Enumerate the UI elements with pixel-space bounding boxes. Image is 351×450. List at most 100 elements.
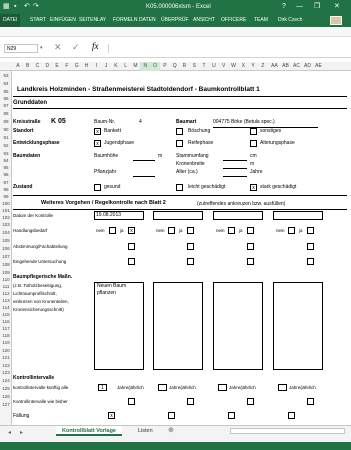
bankett-checkbox[interactable]: x: [94, 128, 101, 135]
row-header[interactable]: 116: [0, 318, 12, 325]
tab-formeln[interactable]: FORMELN: [113, 14, 137, 27]
row-header[interactable]: 117: [0, 325, 12, 332]
row-header[interactable]: 124: [0, 377, 12, 385]
column-header[interactable]: M: [131, 62, 141, 71]
add-sheet-icon[interactable]: ⊕: [168, 426, 174, 436]
tab-team[interactable]: TEAM: [254, 14, 268, 27]
column-header[interactable]: A: [13, 62, 23, 71]
row-header[interactable]: 106: [0, 245, 12, 253]
user-name[interactable]: Dirk Czech: [278, 14, 302, 27]
row-header[interactable]: 91: [0, 134, 12, 142]
abstimmung-checkbox-3[interactable]: [247, 243, 254, 250]
alter-input[interactable]: [223, 176, 247, 177]
row-header[interactable]: 127: [0, 401, 12, 409]
worksheet[interactable]: Landkreis Holzminden - Straßenmeisterei …: [13, 71, 351, 425]
nein-checkbox[interactable]: [168, 227, 175, 234]
ki-value-field[interactable]: 1: [98, 384, 107, 391]
cancel-icon[interactable]: ✕: [54, 42, 62, 53]
nein-checkbox[interactable]: [288, 227, 295, 234]
row-header[interactable]: 101: [0, 207, 12, 214]
function-icon[interactable]: fx: [92, 41, 99, 51]
help-icon[interactable]: ?: [282, 0, 286, 14]
column-header[interactable]: G: [72, 62, 82, 71]
row-header[interactable]: 112: [0, 290, 12, 297]
ki-field-3[interactable]: [218, 384, 227, 391]
row-header[interactable]: 110: [0, 276, 12, 283]
kronenbreite-input[interactable]: [223, 168, 247, 169]
column-header[interactable]: N: [140, 62, 151, 71]
column-header[interactable]: R: [180, 62, 190, 71]
row-header[interactable]: 122: [0, 362, 12, 369]
row-header[interactable]: 109: [0, 269, 12, 276]
stark-checkbox[interactable]: x: [250, 184, 257, 191]
reifephase-checkbox[interactable]: [176, 140, 183, 147]
column-header[interactable]: P: [160, 62, 170, 71]
tab-ueberpruefen[interactable]: ÜBERPRÜF: [161, 14, 189, 27]
redo-icon[interactable]: ↷: [33, 0, 39, 14]
confirm-icon[interactable]: ✓: [72, 42, 80, 53]
baumart-value[interactable]: 004775 Birke (Betula spec.): [213, 120, 275, 125]
row-header[interactable]: 92: [0, 142, 12, 150]
column-header[interactable]: W: [229, 62, 239, 71]
abstimmung-checkbox-2[interactable]: [187, 243, 194, 250]
tab-listen[interactable]: Listen: [138, 426, 153, 436]
column-header[interactable]: D: [42, 62, 52, 71]
tab-seitenlayout[interactable]: SEITENLAY: [79, 14, 106, 27]
massnahme-box-3[interactable]: [213, 282, 263, 370]
row-header[interactable]: 84: [0, 80, 12, 88]
row-header[interactable]: 94: [0, 157, 12, 164]
datum-field-4[interactable]: [273, 211, 323, 220]
column-header[interactable]: AB: [280, 62, 291, 71]
boeschung-checkbox[interactable]: [176, 128, 183, 135]
column-header[interactable]: L: [121, 62, 131, 71]
column-header[interactable]: O: [150, 62, 160, 71]
tab-start[interactable]: START: [30, 14, 46, 27]
column-header[interactable]: Z: [258, 62, 268, 71]
tab-datei[interactable]: DATEI: [0, 14, 21, 27]
tab-einfuegen[interactable]: EINFÜGEN: [50, 14, 76, 27]
ja-checkbox[interactable]: [247, 227, 254, 234]
tab-ansicht[interactable]: ANSICHT: [193, 14, 215, 27]
row-header[interactable]: 102: [0, 214, 12, 221]
faellung-checkbox-2[interactable]: [168, 412, 175, 419]
row-header[interactable]: 121: [0, 354, 12, 362]
row-header[interactable]: 113: [0, 297, 12, 304]
column-header[interactable]: J: [101, 62, 111, 71]
column-header[interactable]: V: [219, 62, 229, 71]
column-header[interactable]: S: [189, 62, 199, 71]
column-header[interactable]: AD: [302, 62, 313, 71]
column-header[interactable]: I: [91, 62, 101, 71]
ki-bisher-checkbox-2[interactable]: [187, 398, 194, 405]
row-header[interactable]: 118: [0, 332, 12, 339]
baumnr-value[interactable]: 4: [139, 120, 142, 125]
restore-button[interactable]: ❐: [314, 0, 320, 14]
row-header[interactable]: 108: [0, 261, 12, 269]
row-header[interactable]: 88: [0, 109, 12, 118]
ki-bisher-checkbox-1[interactable]: [128, 398, 135, 405]
row-header[interactable]: 87: [0, 102, 12, 109]
row-header[interactable]: 111: [0, 283, 12, 290]
jugendphase-checkbox[interactable]: x: [94, 140, 101, 147]
massnahme-value-1[interactable]: Neuen Baum: [97, 284, 126, 289]
faellung-checkbox-3[interactable]: [228, 412, 235, 419]
name-box[interactable]: N29: [4, 44, 38, 53]
row-header[interactable]: 105: [0, 237, 12, 245]
eingehend-checkbox-2[interactable]: [187, 258, 194, 265]
row-header[interactable]: 107: [0, 253, 12, 261]
ki-bisher-checkbox-3[interactable]: [247, 398, 254, 405]
eingehend-checkbox-1[interactable]: [128, 258, 135, 265]
column-header[interactable]: X: [238, 62, 248, 71]
row-header[interactable]: 90: [0, 126, 12, 134]
tab-daten[interactable]: DATEN: [139, 14, 156, 27]
row-header[interactable]: 83: [0, 71, 12, 80]
sonstiges-checkbox[interactable]: [250, 128, 257, 135]
close-button[interactable]: ✕: [334, 0, 340, 14]
ki-field-2[interactable]: [158, 384, 167, 391]
row-header[interactable]: 85: [0, 88, 12, 95]
column-header[interactable]: K: [111, 62, 121, 71]
ja-checkbox[interactable]: [307, 227, 314, 234]
altersphase-checkbox[interactable]: [250, 140, 257, 147]
nein-checkbox[interactable]: [228, 227, 235, 234]
column-header[interactable]: H: [82, 62, 92, 71]
ki-field-4[interactable]: [278, 384, 287, 391]
